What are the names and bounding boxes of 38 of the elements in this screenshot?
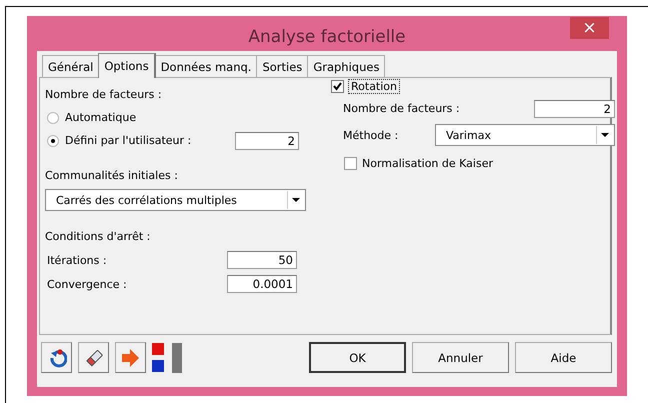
checkbox-label: Normalisation de Kaiser [362,156,493,170]
input-field[interactable]: 0.0001 [227,275,297,293]
input-field[interactable]: 50 [227,251,297,269]
dialog-button[interactable]: Annuler [412,342,509,373]
arrow-icon [121,348,140,368]
radio-button[interactable] [47,134,59,146]
squares-icon [152,343,164,372]
toolbar-button[interactable] [78,342,109,373]
field-label: Communalités initiales : [45,169,178,182]
field-label: Nombre de facteurs : [45,88,162,101]
dialog-button[interactable]: Aide [515,342,612,373]
toolbar-button[interactable] [41,342,72,373]
window-title: Analyse factorielle [248,26,406,46]
field-label: Itérations : [47,254,108,266]
checkbox[interactable] [331,80,344,92]
check-icon [333,82,342,90]
field-label: Défini par l'utilisateur : [65,134,192,147]
input-field[interactable]: 2 [534,100,615,118]
field-label: Méthode : [343,128,400,142]
dialog-button[interactable]: OK [309,342,406,373]
field-label: Conditions d'arrêt : [45,230,150,243]
dropdown[interactable]: Varimax [435,124,615,146]
radio-button[interactable] [47,112,59,124]
bar-icon [172,342,182,372]
checkbox-label: Rotation [349,80,400,92]
dropdown[interactable]: Carrés des corrélations multiples [45,189,306,211]
tab[interactable]: Graphiques [307,55,386,77]
field-label: Automatique [65,111,138,124]
tab[interactable]: Général [42,55,100,77]
close-button[interactable]: × [570,17,609,39]
field-label: Nombre de facteurs : [343,102,461,115]
caret-icon [601,132,609,138]
tab[interactable]: Options [98,53,156,78]
caret-icon [292,198,300,202]
field-label: Convergence : [47,278,128,290]
toolbar-button[interactable] [115,342,146,373]
checkbox[interactable] [344,156,357,170]
input-field[interactable]: 2 [235,132,299,150]
